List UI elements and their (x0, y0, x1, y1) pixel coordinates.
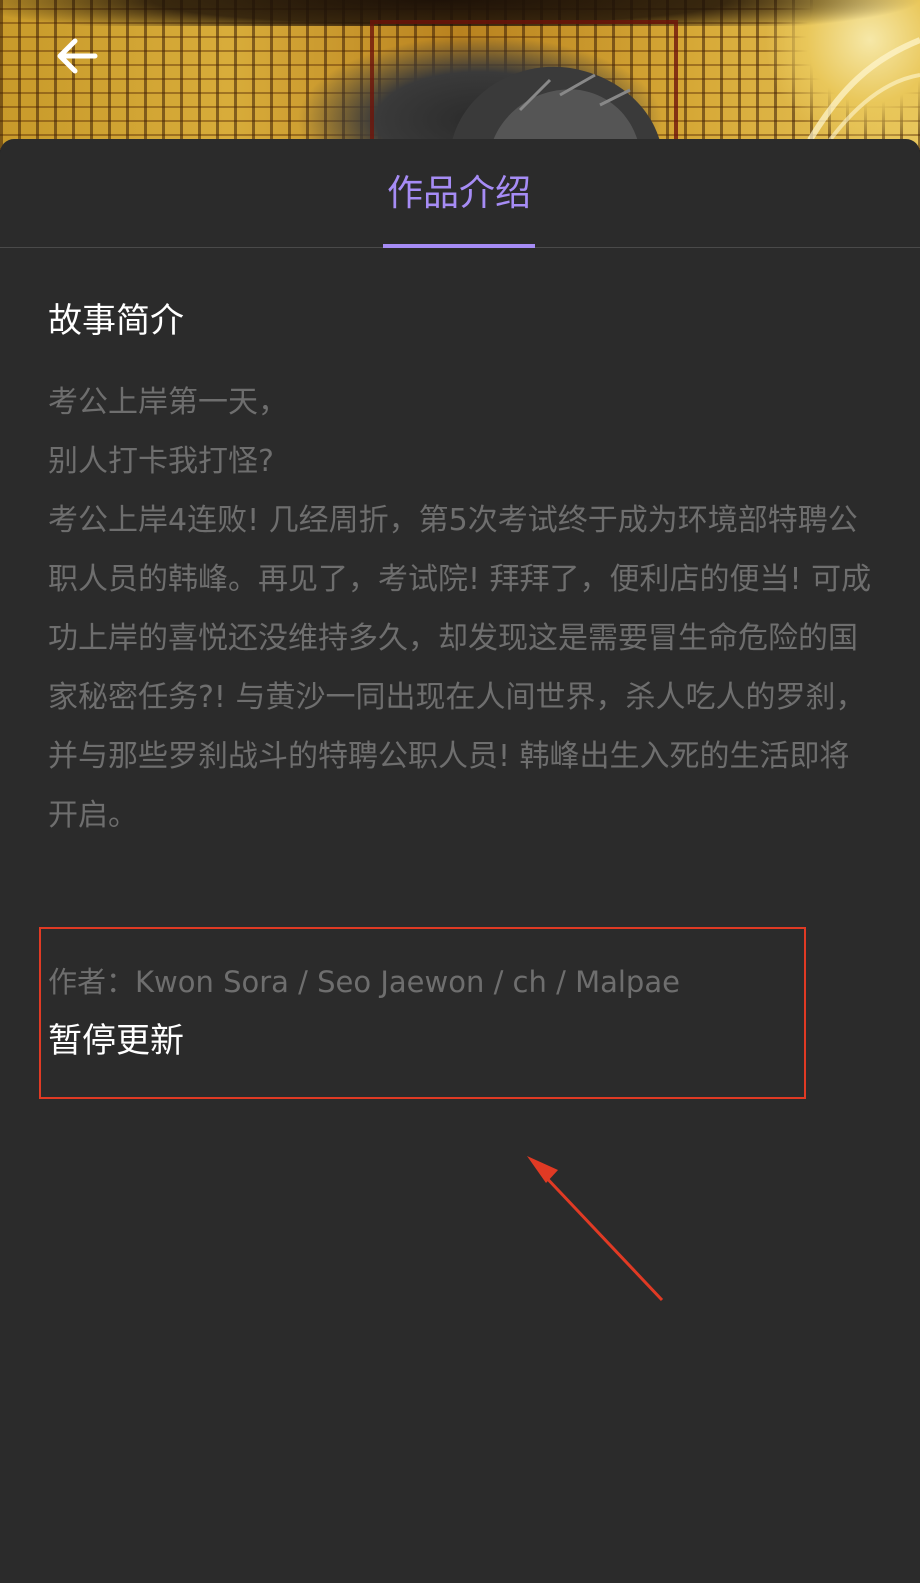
synopsis-line: 别人打卡我打怪? (48, 444, 274, 479)
tab-introduction[interactable]: 作品介绍 (383, 165, 535, 248)
tab-label: 作品介绍 (386, 173, 531, 214)
synopsis-line: 考公上岸第一天， (48, 385, 288, 420)
status-label: 暂停更新 (48, 1021, 184, 1061)
tab-bar: 作品介绍 (0, 139, 920, 248)
annotation-highlight-box (39, 927, 806, 1099)
author-credits: 作者：Kwon Sora / Seo Jaewon / ch / Malpae (48, 965, 680, 999)
synopsis-text: 考公上岸第一天， 别人打卡我打怪? 考公上岸4连败! 几经周折，第5次考试终于成… (48, 373, 878, 845)
cover-image (0, 0, 920, 150)
synopsis-line: 考公上岸4连败! 几经周折，第5次考试终于成为环境部特聘公职人员的韩峰。再见了，… (48, 503, 872, 833)
synopsis-section: 故事简介 考公上岸第一天， 别人打卡我打怪? 考公上岸4连败! 几经周折，第5次… (48, 289, 878, 845)
back-button[interactable] (48, 30, 106, 82)
cover-right-flourish (807, 37, 920, 140)
synopsis-title: 故事简介 (48, 301, 184, 341)
detail-sheet: 作品介绍 故事简介 考公上岸第一天， 别人打卡我打怪? 考公上岸4连败! 几经周… (0, 139, 920, 1583)
cover-hair-shape (450, 66, 662, 150)
arrow-left-icon (57, 38, 98, 74)
tab-active-indicator (383, 244, 535, 248)
